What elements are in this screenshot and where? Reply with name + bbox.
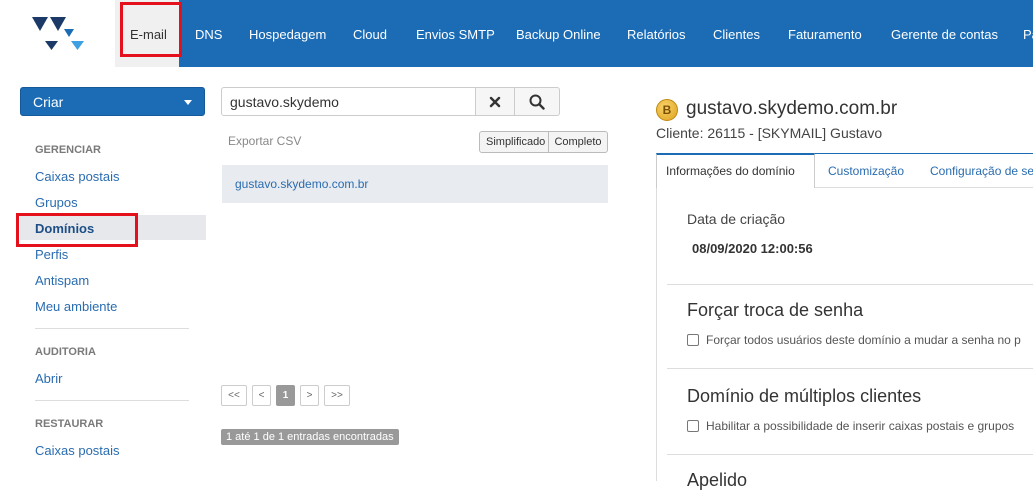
creation-date-value: 08/09/2020 12:00:56	[692, 241, 813, 256]
search-input[interactable]	[221, 87, 476, 116]
sidebar-item-perfis[interactable]: Perfis	[35, 247, 68, 262]
criar-dropdown-button[interactable]: Criar	[20, 87, 205, 116]
sidebar-item-dominios[interactable]: Domínios	[35, 221, 94, 236]
tab-customizacao[interactable]: Customização	[828, 164, 904, 178]
entries-count-badge: 1 até 1 de 1 entradas encontradas	[221, 429, 399, 445]
sidebar-heading-gerenciar: GERENCIAR	[35, 144, 102, 156]
domain-list-link[interactable]: gustavo.skydemo.com.br	[235, 177, 368, 191]
sidebar-item-restaurar-caixas-postais[interactable]: Caixas postais	[35, 443, 120, 458]
sidebar-item-meu-ambiente[interactable]: Meu ambiente	[35, 299, 117, 314]
multi-client-checkbox[interactable]	[687, 420, 699, 432]
nav-gerente-de-contas[interactable]: Gerente de contas	[891, 0, 998, 67]
nav-faturamento[interactable]: Faturamento	[788, 0, 862, 67]
section-divider	[667, 284, 1033, 285]
pagination-next[interactable]: >	[300, 385, 319, 406]
tab-informacoes-do-dominio[interactable]: Informações do domínio	[666, 164, 795, 178]
nav-truncated-item[interactable]: Pa	[1023, 0, 1033, 67]
multi-client-title: Domínio de múltiplos clientes	[687, 386, 922, 406]
multi-client-checkbox-label[interactable]: Habilitar a possibilidade de inserir cai…	[706, 419, 1014, 433]
pagination-prev[interactable]: <	[252, 385, 271, 406]
nav-dns[interactable]: DNS	[195, 0, 222, 67]
sidebar-heading-auditoria: AUDITORIA	[35, 346, 96, 358]
tab-configuracao[interactable]: Configuração de se	[930, 164, 1033, 178]
coin-badge-icon: B	[656, 99, 678, 121]
pagination-current[interactable]: 1	[276, 385, 295, 406]
sidebar-item-abrir[interactable]: Abrir	[35, 371, 62, 386]
search-button[interactable]	[514, 87, 560, 116]
pagination-first[interactable]: <<	[221, 385, 247, 406]
nav-clientes[interactable]: Clientes	[713, 0, 760, 67]
panel-border	[656, 188, 657, 481]
force-password-checkbox[interactable]	[687, 334, 699, 346]
client-info: Cliente: 26115 - [SKYMAIL] Gustavo	[656, 125, 883, 141]
export-csv-link[interactable]: Exportar CSV	[228, 134, 301, 148]
creation-date-label: Data de criação	[687, 211, 786, 227]
search-icon	[529, 94, 545, 110]
view-simplificado-button[interactable]: Simplificado	[479, 131, 553, 153]
pagination-last[interactable]: >>	[324, 385, 350, 406]
sidebar-item-caixas-postais[interactable]: Caixas postais	[35, 169, 120, 184]
nav-relatorios[interactable]: Relatórios	[627, 0, 686, 67]
sidebar-heading-restaurar: RESTAURAR	[35, 418, 104, 430]
clear-search-button[interactable]	[475, 87, 515, 116]
list-item[interactable]: gustavo.skydemo.com.br	[222, 165, 608, 203]
chevron-down-icon	[184, 100, 192, 105]
sidebar-item-antispam[interactable]: Antispam	[35, 273, 89, 288]
logo-icon	[32, 17, 84, 50]
section-divider	[667, 368, 1033, 369]
nav-email[interactable]: E-mail	[130, 0, 167, 67]
nav-hospedagem[interactable]: Hospedagem	[249, 0, 326, 67]
nav-envios-smtp[interactable]: Envios SMTP	[416, 0, 495, 67]
logo[interactable]	[0, 0, 115, 67]
nav-cloud[interactable]: Cloud	[353, 0, 387, 67]
nav-backup-online[interactable]: Backup Online	[516, 0, 601, 67]
section-divider	[667, 454, 1033, 455]
sidebar-divider	[35, 400, 189, 401]
sidebar-item-grupos[interactable]: Grupos	[35, 195, 78, 210]
view-completo-button[interactable]: Completo	[548, 131, 608, 153]
force-password-title: Forçar troca de senha	[687, 300, 864, 320]
close-icon	[489, 96, 501, 107]
domain-title: gustavo.skydemo.com.br	[686, 98, 898, 119]
sidebar-divider	[35, 328, 189, 329]
criar-label: Criar	[33, 94, 64, 110]
force-password-checkbox-label[interactable]: Forçar todos usuários deste domínio a mu…	[706, 333, 1021, 347]
